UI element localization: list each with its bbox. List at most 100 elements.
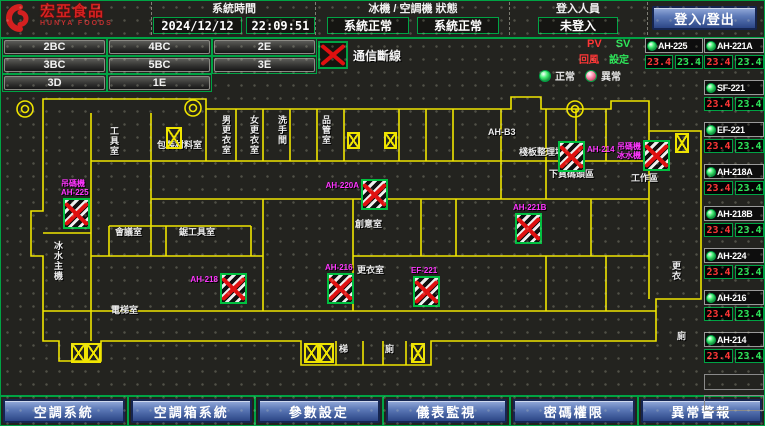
unit-button-SF-221[interactable]: SF-221	[704, 80, 764, 95]
unit-values: 23.423.4	[704, 139, 764, 153]
floor-button-2E[interactable]: 2E	[214, 40, 315, 54]
equipment-label: AH-221B	[513, 203, 546, 212]
sv-value: 23.4	[735, 307, 764, 321]
sv-value: 23.4	[735, 265, 764, 279]
room-label: 更衣	[671, 261, 681, 281]
nav-button-空調系統[interactable]: 空調系統	[3, 399, 125, 423]
floor-button-3D[interactable]: 3D	[4, 76, 105, 90]
floor-button-2BC[interactable]: 2BC	[4, 40, 105, 54]
chiller-status-value: 系統正常	[327, 17, 409, 34]
stair-x-icon	[675, 133, 689, 153]
nav-button-參數設定[interactable]: 參數設定	[258, 399, 380, 423]
unit-name: AH-216	[717, 293, 746, 303]
comm-disconnect-icon	[318, 41, 348, 69]
stair-x-icon	[86, 343, 101, 363]
room-label: 梯	[339, 344, 348, 354]
empty-unit-slot	[704, 374, 764, 390]
unit-name: AH-218B	[717, 209, 752, 219]
equipment-marker[interactable]: AH-214	[558, 141, 585, 172]
nav-button-儀表監視[interactable]: 儀表監視	[386, 399, 508, 423]
legend: PV SV 回風 設定 正常 異常	[539, 38, 647, 83]
floor-button-4BC[interactable]: 4BC	[109, 40, 210, 54]
header-divider	[509, 2, 510, 35]
room-label: 工作區	[631, 173, 658, 183]
equipment-marker[interactable]: AH-220A	[361, 179, 388, 210]
pv-value: 23.4	[704, 181, 733, 195]
unit-name: AH-214	[717, 335, 746, 345]
unit-values: 23.423.4	[704, 349, 764, 363]
floor-button-cell: 3BC	[2, 56, 107, 74]
header-divider	[647, 2, 648, 35]
unit-button-AH-225[interactable]: AH-225	[645, 38, 703, 53]
unit-button-AH-216[interactable]: AH-216	[704, 290, 764, 305]
unit-name: AH-224	[717, 251, 746, 261]
pv-value: 23.4	[704, 139, 733, 153]
stair-x-icon	[347, 132, 360, 149]
system-clock-value: 22:09:51	[246, 17, 315, 34]
login-section: 登入人員 未登入	[511, 2, 645, 36]
legend-sv-name: 設定	[609, 51, 629, 64]
equipment-marker[interactable]: AH-218	[220, 273, 247, 304]
unit-button-AH-214[interactable]: AH-214	[704, 332, 764, 347]
sv-value: 23.4	[735, 139, 764, 153]
status-led-icon	[706, 167, 716, 177]
room-label: 女更衣室	[249, 115, 259, 155]
equipment-label: 吊碼機冰水機	[617, 142, 641, 160]
room-label: 品管室	[321, 115, 331, 145]
equipment-marker[interactable]: AH-216	[327, 273, 354, 304]
legend-pv: PV	[587, 38, 602, 51]
stair-x-icon	[384, 132, 397, 149]
room-label: 冰水主機	[53, 241, 63, 281]
floor-button-cell: 3E	[212, 56, 317, 74]
stair-x-icon	[319, 343, 334, 363]
unit-button-AH-221A[interactable]: AH-221A	[704, 38, 764, 53]
nav-button-空調箱系統[interactable]: 空調箱系統	[131, 399, 253, 423]
comm-lost-unit-icon	[558, 141, 585, 172]
unit-block: AH-218B23.423.4	[704, 206, 764, 237]
unit-button-EF-221[interactable]: EF-221	[704, 122, 764, 137]
equipment-marker[interactable]: 吊碼機冰水機	[643, 140, 670, 171]
status-led-icon	[706, 83, 716, 93]
floor-button-cell: 2BC	[2, 38, 107, 56]
brand-name-en: HUNYA FOODS	[40, 18, 113, 30]
header-divider	[151, 2, 152, 35]
nav-button-密碼權限[interactable]: 密碼權限	[513, 399, 635, 423]
pv-value: 23.4	[645, 55, 673, 69]
unit-button-AH-218A[interactable]: AH-218A	[704, 164, 764, 179]
unit-name: AH-225	[658, 41, 687, 51]
system-time-section: 系統時間 2024/12/12 22:09:51	[153, 2, 315, 36]
floor-button-3E[interactable]: 3E	[214, 58, 315, 72]
login-logout-button[interactable]: 登入/登出	[652, 6, 757, 30]
ahu-status-value: 系統正常	[417, 17, 499, 34]
unit-block: AH-216 23.423.4	[704, 290, 764, 321]
floor-button-1E[interactable]: 1E	[109, 76, 210, 90]
equipment-marker[interactable]: 吊碼機AH-225	[63, 198, 90, 229]
floor-button-3BC[interactable]: 3BC	[4, 58, 105, 72]
legend-pv-name: 回風	[579, 51, 599, 64]
nav-cell: 儀表監視	[382, 397, 510, 425]
room-label: 男更衣室	[221, 115, 231, 155]
stair-x-icon	[411, 343, 425, 363]
unit-block: SF-22123.423.4	[704, 80, 764, 111]
equipment-marker[interactable]: AH-221B	[515, 213, 542, 244]
equipment-marker[interactable]: EF-221	[413, 276, 440, 307]
header-divider	[315, 2, 316, 35]
room-label: 廁	[677, 331, 686, 341]
empty-unit-slot	[704, 395, 764, 411]
sv-value: 23.4	[735, 97, 764, 111]
unit-block: EF-221 23.423.4	[704, 122, 764, 153]
pv-value: 23.4	[704, 223, 733, 237]
pv-value: 23.4	[704, 307, 733, 321]
room-label: 廁	[385, 344, 394, 354]
room-label: 創意室	[355, 219, 382, 229]
unit-button-AH-224[interactable]: AH-224	[704, 248, 764, 263]
stair-x-icon	[166, 127, 182, 149]
floor-button-5BC[interactable]: 5BC	[109, 58, 210, 72]
bottom-nav: 空調系統空調箱系統參數設定儀表監視密碼權限異常警報	[1, 395, 764, 425]
comm-lost-unit-icon	[327, 273, 354, 304]
floor-button-cell: 1E	[107, 74, 212, 92]
equipment-label: AH-218	[190, 275, 218, 284]
unit-name: EF-221	[717, 125, 745, 135]
machine-status-label: 冰機 / 空調機 狀態	[317, 2, 509, 17]
unit-button-AH-218B[interactable]: AH-218B	[704, 206, 764, 221]
